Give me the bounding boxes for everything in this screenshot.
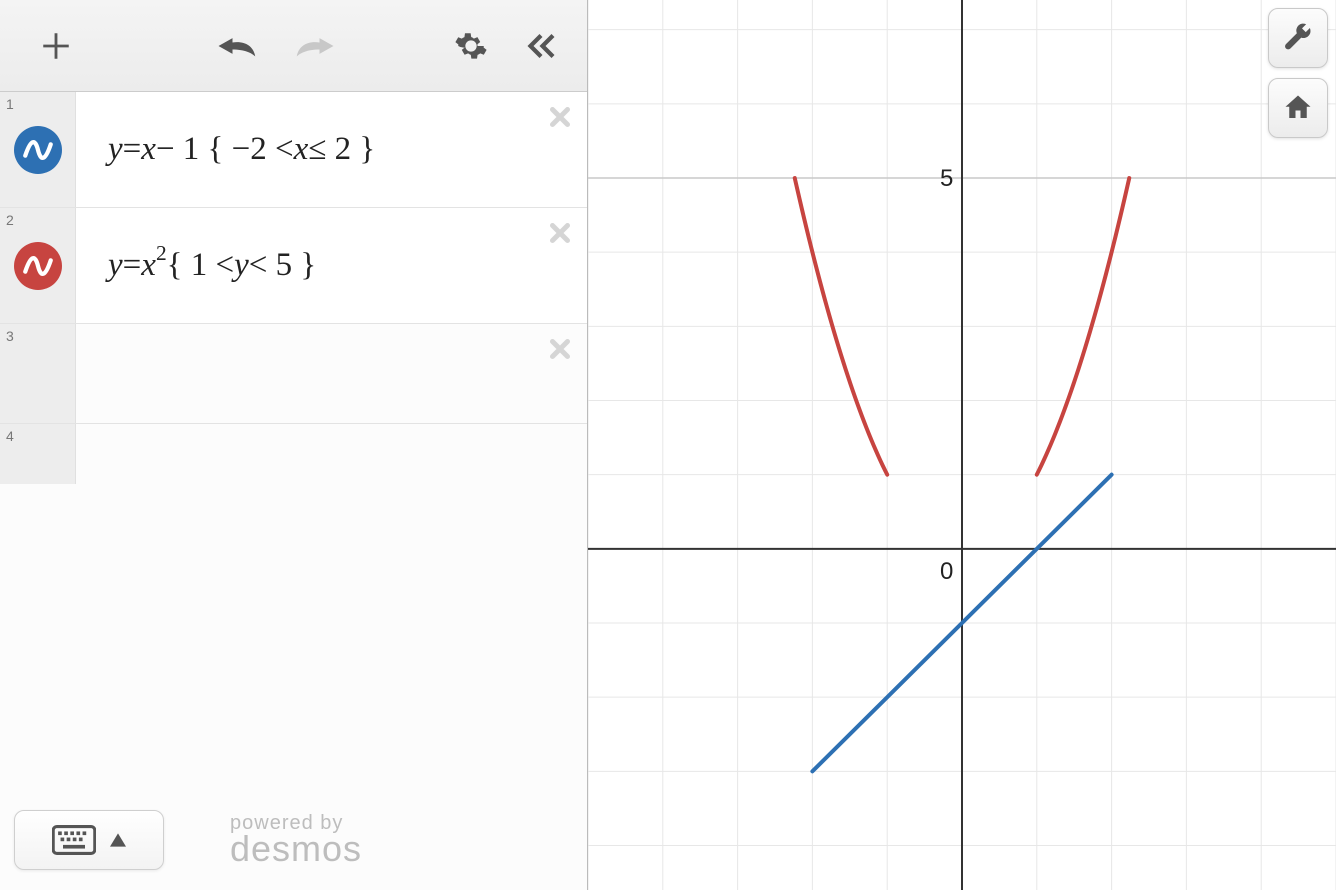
expression-color-swatch[interactable] [14, 242, 62, 290]
gear-icon [454, 29, 488, 63]
home-view-button[interactable] [1268, 78, 1328, 138]
graph-paper[interactable]: 50 [588, 0, 1336, 890]
close-icon [545, 334, 575, 364]
expression-gutter[interactable]: 4 [0, 424, 76, 484]
expression-input[interactable]: y = x2 { 1 < y < 5 } [76, 208, 587, 323]
svg-text:0: 0 [940, 558, 953, 585]
expression-input[interactable] [76, 424, 587, 484]
delete-expression-button[interactable] [545, 102, 575, 137]
expression-row-3[interactable]: 3 [0, 324, 587, 424]
collapse-panel-button[interactable] [511, 16, 571, 76]
expression-panel: 1 y = x − 1 { −2 < x ≤ 2 } 2 y = [0, 0, 588, 890]
expression-gutter[interactable]: 3 [0, 324, 76, 423]
undo-button[interactable] [206, 16, 266, 76]
delete-expression-button[interactable] [545, 218, 575, 253]
keyboard-icon [52, 825, 96, 855]
chevron-up-icon [110, 833, 126, 847]
expression-gutter[interactable]: 2 [0, 208, 76, 323]
powered-by-branding: powered by desmos [230, 813, 362, 867]
undo-icon [215, 31, 257, 61]
expression-panel-toolbar [0, 0, 587, 92]
branding-line2: desmos [230, 831, 362, 867]
svg-text:5: 5 [940, 165, 953, 192]
plus-icon [39, 29, 73, 63]
graph-canvas[interactable]: 50 [588, 0, 1336, 890]
close-icon [545, 218, 575, 248]
expression-list: 1 y = x − 1 { −2 < x ≤ 2 } 2 y = [0, 92, 587, 890]
expression-gutter[interactable]: 1 [0, 92, 76, 207]
close-icon [545, 102, 575, 132]
wave-icon [21, 133, 55, 167]
graph-settings-button[interactable] [441, 16, 501, 76]
delete-expression-button[interactable] [545, 334, 575, 369]
graph-tools-button[interactable] [1268, 8, 1328, 68]
redo-icon [295, 31, 337, 61]
expression-row-4[interactable]: 4 [0, 424, 587, 484]
add-expression-button[interactable] [26, 16, 86, 76]
expression-index: 1 [6, 96, 14, 112]
redo-button[interactable] [286, 16, 346, 76]
wrench-icon [1283, 23, 1313, 53]
expression-color-swatch[interactable] [14, 126, 62, 174]
expression-index: 4 [6, 428, 14, 444]
expression-index: 3 [6, 328, 14, 344]
wave-icon [21, 249, 55, 283]
expression-index: 2 [6, 212, 14, 228]
expression-input[interactable] [76, 324, 587, 423]
expression-row-2[interactable]: 2 y = x2 { 1 < y < 5 } [0, 208, 587, 324]
expression-input[interactable]: y = x − 1 { −2 < x ≤ 2 } [76, 92, 587, 207]
home-icon [1283, 93, 1313, 123]
chevrons-left-icon [523, 28, 559, 64]
keyboard-toggle-button[interactable] [14, 810, 164, 870]
panel-footer: powered by desmos [0, 790, 587, 890]
expression-row-1[interactable]: 1 y = x − 1 { −2 < x ≤ 2 } [0, 92, 587, 208]
